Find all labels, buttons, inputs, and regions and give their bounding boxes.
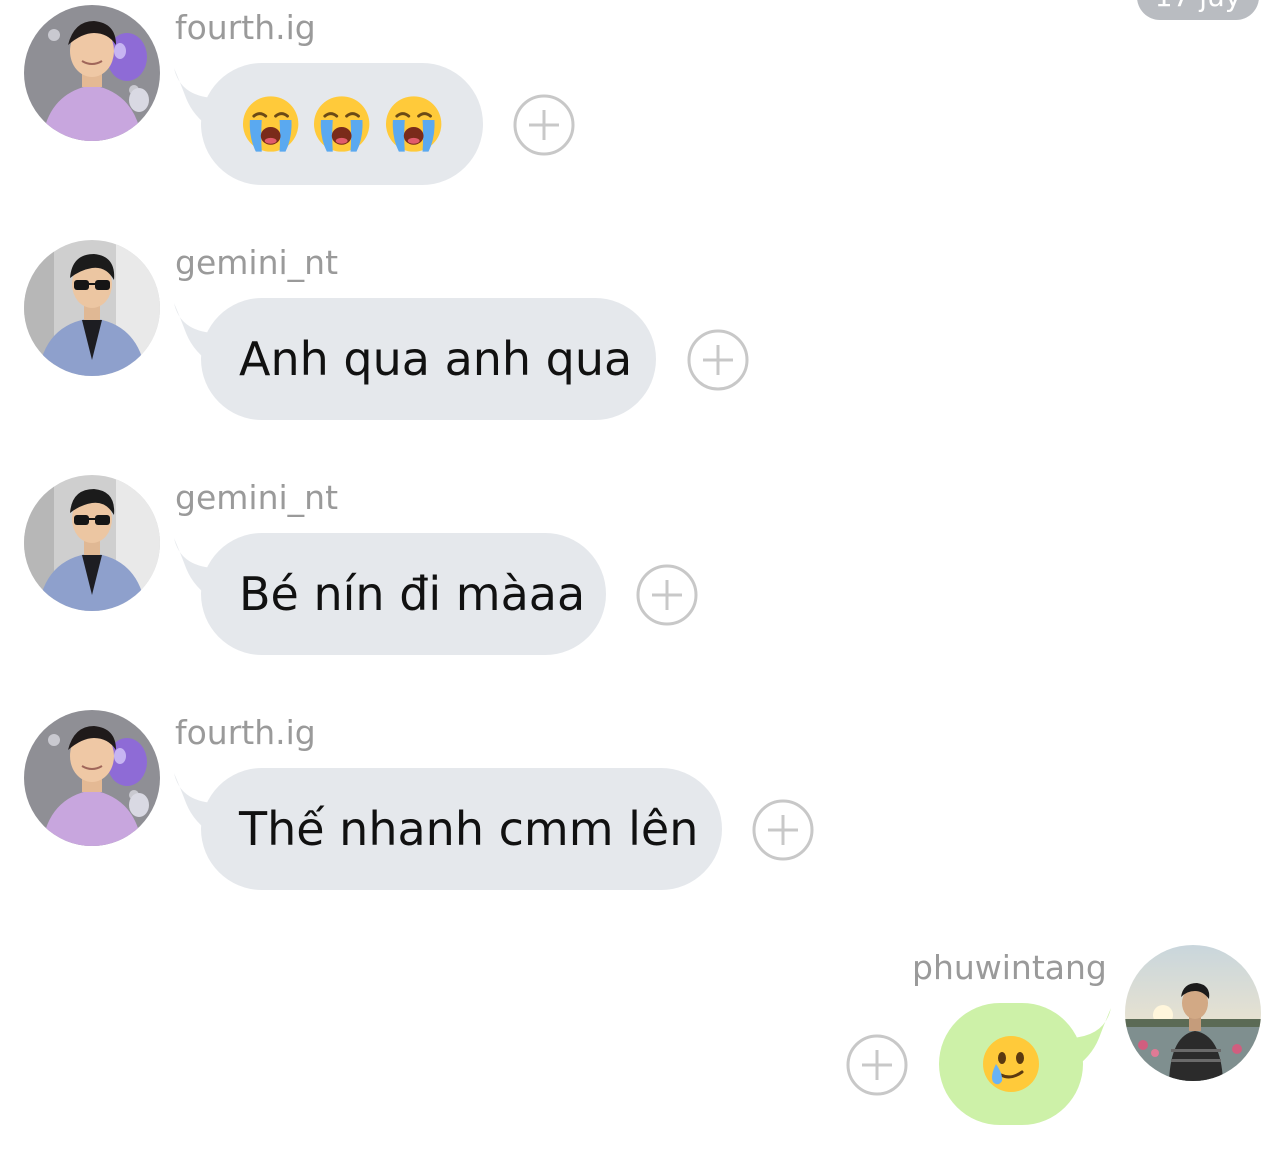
loudly-crying-face-icon: [384, 94, 443, 154]
sender-name: fourth.ig: [175, 713, 316, 752]
face-holding-back-tears-icon: [981, 1034, 1041, 1094]
message-text: Anh qua anh qua: [239, 332, 633, 386]
message-bubble[interactable]: Thế nhanh cmm lên: [201, 768, 722, 890]
message-bubble[interactable]: [939, 1003, 1083, 1125]
add-reaction-button[interactable]: [636, 564, 698, 626]
add-reaction-button[interactable]: [687, 329, 749, 391]
message-bubble[interactable]: Anh qua anh qua: [201, 298, 656, 420]
message-bubble[interactable]: Bé nín đi màaa: [201, 533, 606, 655]
message-item: phuwintang: [0, 940, 1284, 1140]
message-item: gemini_nt Anh qua anh qua: [0, 235, 1284, 435]
message-bubble[interactable]: [201, 63, 483, 185]
gemini-avatar[interactable]: [24, 240, 160, 376]
add-reaction-button[interactable]: [846, 1034, 908, 1096]
fourth-avatar[interactable]: [24, 710, 160, 846]
sender-name: fourth.ig: [175, 8, 316, 47]
gemini-avatar[interactable]: [24, 475, 160, 611]
add-reaction-button[interactable]: [752, 799, 814, 861]
sender-name: phuwintang: [912, 948, 1107, 987]
message-text: Thế nhanh cmm lên: [239, 802, 699, 856]
phuwin-avatar[interactable]: [1125, 945, 1261, 1081]
fourth-avatar[interactable]: [24, 5, 160, 141]
message-item: gemini_nt Bé nín đi màaa: [0, 470, 1284, 670]
message-item: fourth.ig: [0, 0, 1284, 200]
sender-name: gemini_nt: [175, 243, 339, 282]
loudly-crying-face-icon: [312, 94, 372, 154]
message-item: fourth.ig Thế nhanh cmm lên: [0, 705, 1284, 905]
message-text: Bé nín đi màaa: [239, 567, 586, 621]
add-reaction-button[interactable]: [513, 94, 575, 156]
loudly-crying-face-icon: [241, 94, 300, 154]
sender-name: gemini_nt: [175, 478, 339, 517]
